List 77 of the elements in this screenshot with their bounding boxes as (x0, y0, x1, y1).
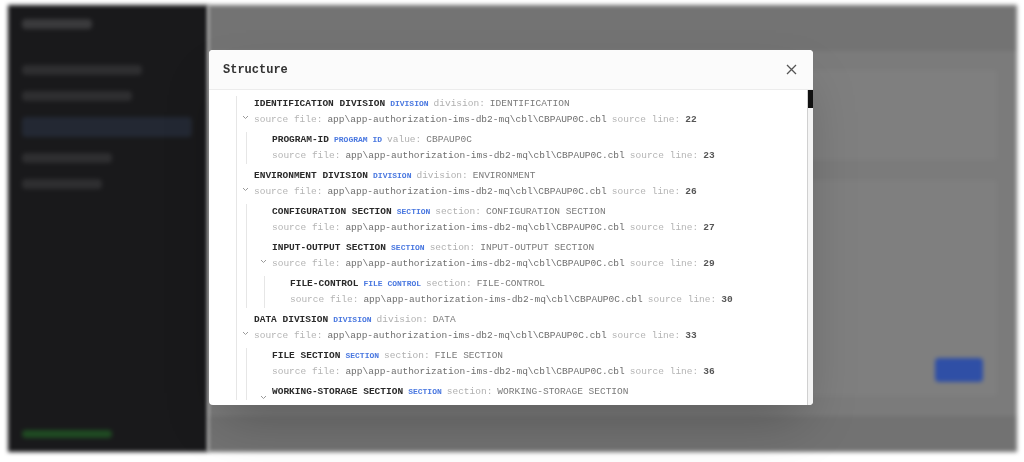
attribute-value: FILE-CONTROL (475, 277, 546, 291)
chevron-icon[interactable] (260, 258, 267, 264)
attribute-label: division: (433, 97, 485, 111)
chevron-icon[interactable] (260, 394, 267, 400)
source-line-label: source line: (647, 293, 717, 307)
source-file-label: source file: (254, 113, 323, 127)
node-type: SECTION (408, 386, 442, 398)
node-name: IDENTIFICATION DIVISION (254, 97, 386, 111)
source-file-label: source file: (272, 221, 341, 235)
attribute-label: division: (376, 313, 428, 327)
source-line-number: 30 (721, 293, 733, 307)
source-line-number: 23 (703, 149, 715, 163)
source-file-label: source file: (254, 329, 323, 343)
source-file-path: app\app-authorization-ims-db2-mq\cbl\CBPAUP0C.cbl (345, 149, 625, 163)
chevron-icon[interactable] (242, 114, 249, 120)
source-line-label: source line: (629, 149, 699, 163)
source-line-number: 22 (685, 113, 697, 127)
source-file-label: source file: (290, 293, 359, 307)
node-name: ENVIRONMENT DIVISION (254, 169, 369, 183)
scrollbar-thumb[interactable] (808, 90, 813, 108)
source-line-number: 27 (703, 221, 715, 235)
attribute-value: WORKING-STORAGE SECTION (496, 385, 629, 399)
source-line-number: 29 (703, 257, 715, 271)
source-file-path: app\app-authorization-ims-db2-mq\cbl\CBPAUP0C.cbl (345, 365, 625, 379)
dialog-title: Structure (223, 61, 288, 79)
source-file-path: app\app-authorization-ims-db2-mq\cbl\CBPAUP0C.cbl (327, 329, 607, 343)
node-name: INPUT-OUTPUT SECTION (272, 241, 387, 255)
node-type: SECTION (396, 206, 431, 218)
node-type: FILE CONTROL (363, 278, 422, 290)
node-type: SECTION (345, 350, 380, 362)
node-type: DIVISION (373, 170, 412, 182)
source-file-label: source file: (272, 257, 341, 271)
attribute-value: ENVIRONMENT (471, 169, 536, 183)
attribute-value: DATA (431, 313, 456, 327)
source-line-label: source line: (611, 185, 681, 199)
source-line-number: 36 (703, 365, 715, 379)
source-file-label: source file: (272, 149, 341, 163)
source-line-number: 33 (685, 329, 697, 343)
node-type: DIVISION (390, 98, 429, 110)
chevron-icon[interactable] (242, 330, 249, 336)
attribute-label: section: (435, 205, 481, 219)
attribute-value: INPUT-OUTPUT SECTION (479, 241, 595, 255)
attribute-label: section: (384, 349, 430, 363)
source-file-path: app\app-authorization-ims-db2-mq\cbl\CBPAUP0C.cbl (363, 293, 643, 307)
source-file-path: app\app-authorization-ims-db2-mq\cbl\CBPAUP0C.cbl (345, 221, 625, 235)
source-file-label: source file: (254, 185, 323, 199)
source-line-label: source line: (611, 113, 681, 127)
node-type: DIVISION (333, 314, 372, 326)
chevron-icon[interactable] (242, 186, 249, 192)
node-name: CONFIGURATION SECTION (272, 205, 392, 219)
attribute-label: section: (426, 277, 472, 291)
node-type: PROGRAM ID (334, 134, 383, 146)
source-file-label: source file: (272, 365, 341, 379)
attribute-label: value: (387, 133, 422, 147)
source-line-label: source line: (611, 329, 681, 343)
source-line-label: source line: (629, 221, 699, 235)
source-line-label: source line: (629, 365, 699, 379)
source-line-label: source line: (629, 257, 699, 271)
blurred-logo (22, 19, 92, 29)
attribute-value: IDENTIFICATION (488, 97, 570, 111)
source-file-path: app\app-authorization-ims-db2-mq\cbl\CBPAUP0C.cbl (327, 185, 607, 199)
node-type: SECTION (391, 242, 425, 254)
node-name: FILE-CONTROL (290, 277, 359, 291)
source-file-path: app\app-authorization-ims-db2-mq\cbl\CBPAUP0C.cbl (345, 257, 625, 271)
attribute-value: CONFIGURATION SECTION (484, 205, 606, 219)
attribute-label: section: (429, 241, 476, 255)
attribute-value: FILE SECTION (433, 349, 504, 363)
node-name: PROGRAM-ID (272, 133, 329, 147)
attribute-label: division: (416, 169, 468, 183)
node-name: FILE SECTION (272, 349, 341, 363)
source-file-path: app\app-authorization-ims-db2-mq\cbl\CBPAUP0C.cbl (327, 113, 607, 127)
node-name: WORKING-STORAGE SECTION (272, 385, 404, 399)
node-name: DATA DIVISION (254, 313, 329, 327)
close-icon (785, 64, 797, 75)
attribute-value: CBPAUP0C (425, 133, 472, 147)
source-line-number: 26 (685, 185, 697, 199)
attribute-label: section: (446, 385, 493, 399)
